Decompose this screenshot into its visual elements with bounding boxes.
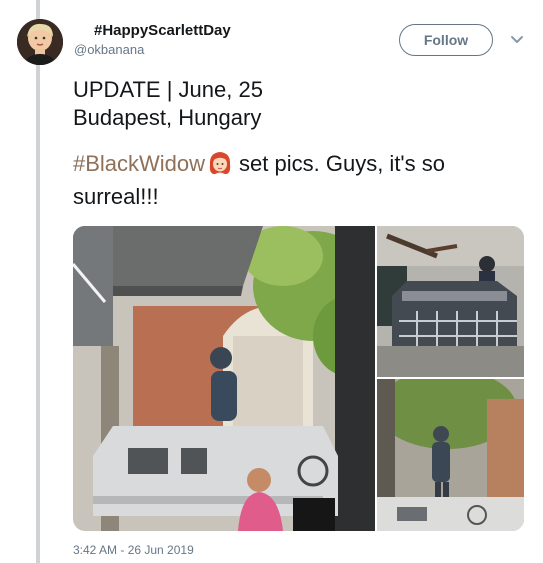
tweet-line-hashtag: #BlackWidow set pics. Guys, it's so: [73, 150, 523, 183]
tweet-text: UPDATE | June, 25 Budapest, Hungary #Bla…: [73, 76, 523, 211]
tweet-line-text: set pics. Guys, it's so: [239, 151, 445, 176]
tweet-line-location: Budapest, Hungary: [73, 105, 262, 130]
thread-rail: [36, 0, 40, 563]
handle[interactable]: @okbanana: [74, 42, 144, 57]
photo-street-set[interactable]: [73, 226, 375, 531]
photo-vehicle-top[interactable]: [377, 226, 524, 377]
tweet-line-update: UPDATE | June, 25: [73, 77, 263, 102]
follow-button[interactable]: Follow: [399, 24, 493, 56]
chevron-down-icon[interactable]: [509, 33, 525, 45]
red-haired-woman-emoji-icon: [207, 150, 233, 183]
avatar[interactable]: [17, 19, 63, 65]
hashtag-link[interactable]: #BlackWidow: [73, 151, 205, 176]
photo-vehicle-side[interactable]: [377, 379, 524, 531]
tweet-line-surreal: surreal!!!: [73, 184, 159, 209]
tweet-timestamp[interactable]: 3:42 AM - 26 Jun 2019: [73, 543, 194, 557]
display-name[interactable]: #HappyScarlettDay: [94, 22, 231, 39]
media-grid: [73, 226, 524, 531]
